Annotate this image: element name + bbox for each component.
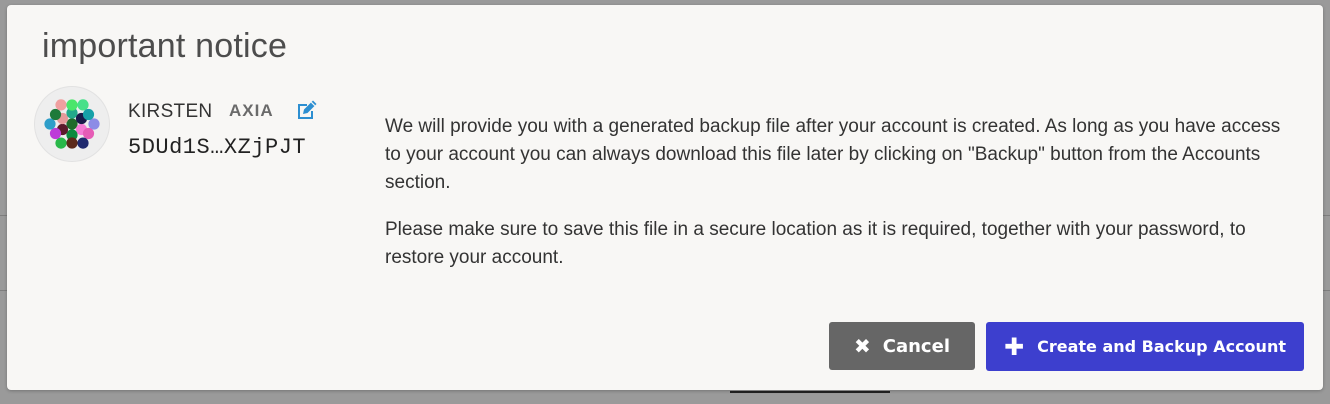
identicon-dot [66, 137, 78, 149]
background-divider [1323, 215, 1330, 216]
plus-icon: ✚ [1004, 332, 1025, 361]
identicon-dot [82, 127, 95, 140]
background-divider [0, 215, 7, 216]
identicon-dot [88, 118, 100, 130]
identicon-dot [49, 127, 62, 140]
cancel-button[interactable]: ✖ Cancel [829, 322, 975, 370]
account-summary: KIRSTEN AXIA 5DUd1S…XZjPJT [35, 87, 355, 167]
account-tag: AXIA [229, 101, 274, 120]
account-name: KIRSTEN [128, 101, 213, 122]
account-address: 5DUd1S…XZjPJT [128, 135, 307, 160]
identicon-dot [66, 99, 78, 111]
cancel-button-label: Cancel [882, 335, 950, 357]
create-and-backup-account-button[interactable]: ✚ Create and Backup Account [986, 322, 1304, 371]
identicon-dot [77, 137, 89, 149]
background-divider [1323, 290, 1330, 291]
background-bar [730, 391, 890, 393]
identicon-dot [44, 118, 56, 130]
modal-title: important notice [42, 27, 288, 65]
account-identicon[interactable] [35, 87, 109, 161]
identicon-dot [77, 99, 89, 111]
identicon-dot [55, 137, 67, 149]
important-notice-modal: important notice KIRSTEN AXIA 5DUd1S…XZj… [7, 5, 1323, 390]
background-divider [0, 290, 7, 291]
identicon-icon [44, 99, 100, 149]
notice-paragraph: We will provide you with a generated bac… [385, 116, 1281, 193]
edit-icon[interactable] [295, 99, 319, 121]
identicon-dot [49, 108, 62, 121]
close-icon: ✖ [854, 334, 871, 358]
identicon-dot [55, 99, 67, 111]
create-button-label: Create and Backup Account [1037, 337, 1286, 356]
notice-text: We will provide you with a generated bac… [385, 113, 1300, 291]
identicon-dot [66, 118, 78, 130]
identicon-dot [82, 108, 95, 121]
notice-paragraph: Please make sure to save this file in a … [385, 219, 1246, 268]
